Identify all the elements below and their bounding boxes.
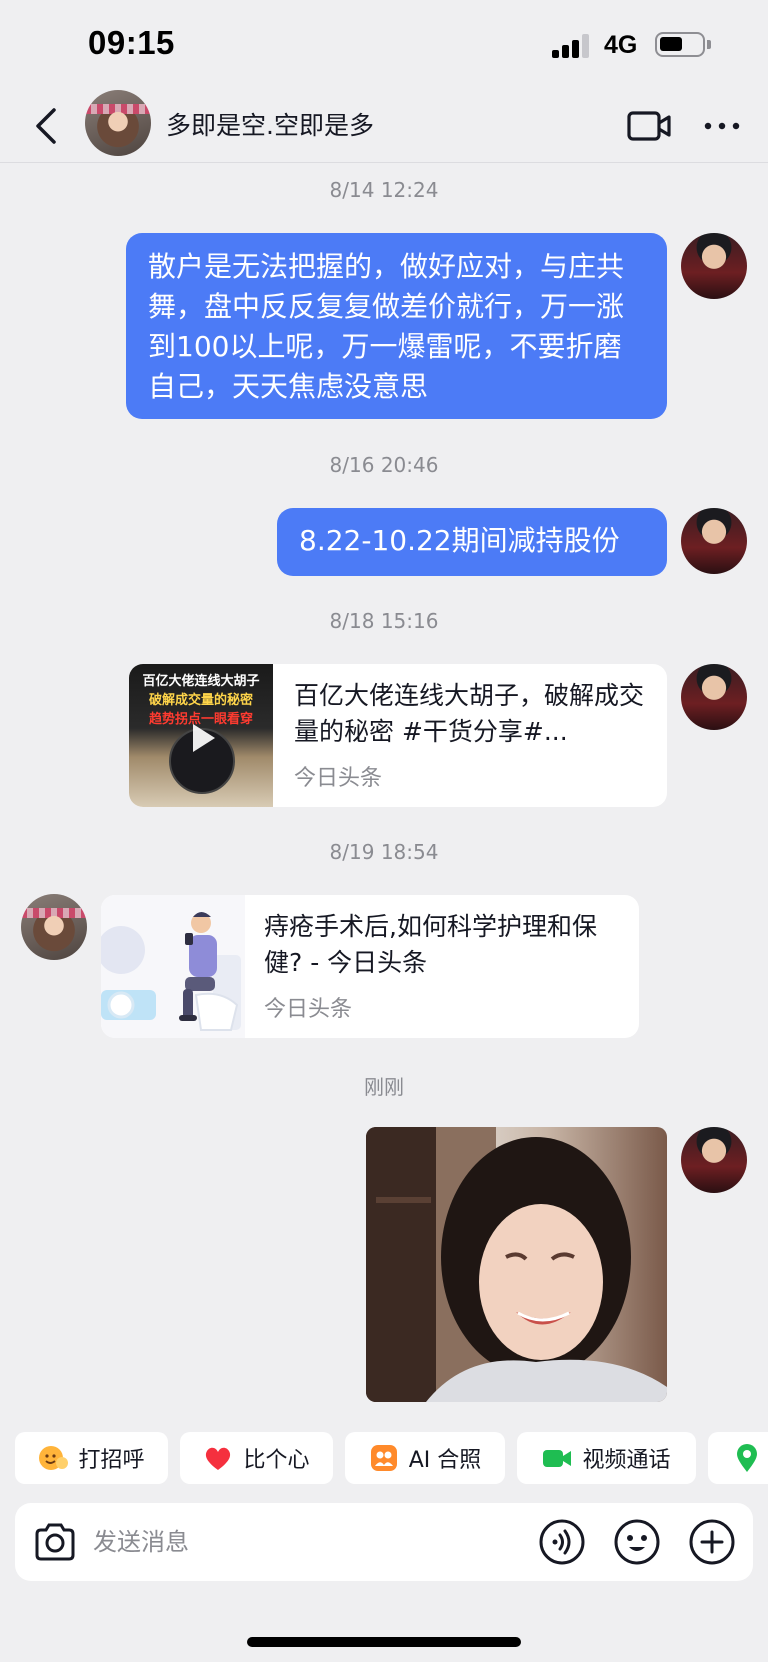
message-input[interactable] xyxy=(93,1521,393,1563)
link-card[interactable]: 痔疮手术后,如何科学护理和保健? - 今日头条 今日头条 xyxy=(101,895,639,1038)
quick-action-video-call[interactable]: 视频通话 xyxy=(517,1432,696,1484)
quick-action-ai-photo[interactable]: AI 合照 xyxy=(345,1432,505,1484)
article-thumbnail xyxy=(101,895,245,1038)
quick-actions-bar: 打招呼 比个心 AI 合照 视频通话 xyxy=(0,1432,768,1484)
video-camera-icon xyxy=(627,111,671,141)
my-avatar[interactable] xyxy=(681,664,747,730)
quick-action-location[interactable] xyxy=(708,1432,768,1484)
card-source: 今日头条 xyxy=(294,766,383,791)
camera-icon xyxy=(35,1523,75,1561)
timestamp: 8/19 18:54 xyxy=(329,840,439,864)
link-card[interactable]: 百亿大佬连线大胡子 破解成交量的秘密 趋势拐点一眼看穿 百亿大佬连线大胡子，破解… xyxy=(129,664,667,807)
home-indicator[interactable] xyxy=(247,1637,521,1647)
emoji-button[interactable] xyxy=(613,1518,661,1566)
contact-avatar[interactable] xyxy=(21,894,87,960)
card-title: 痔疮手术后,如何科学护理和保健? - 今日头条 xyxy=(264,912,597,977)
more-options-button[interactable] xyxy=(700,106,744,146)
card-source: 今日头条 xyxy=(264,997,353,1022)
contact-avatar[interactable] xyxy=(85,90,151,156)
contact-name[interactable]: 多即是空.空即是多 xyxy=(166,106,374,142)
my-avatar[interactable] xyxy=(681,1127,747,1193)
plus-circle-icon xyxy=(689,1519,735,1565)
my-avatar[interactable] xyxy=(681,508,747,574)
sent-message-bubble[interactable]: 8.22-10.22期间减持股份 xyxy=(277,508,667,576)
quick-action-heart[interactable]: 比个心 xyxy=(180,1432,333,1484)
video-call-icon xyxy=(543,1450,572,1467)
timestamp: 8/14 12:24 xyxy=(329,178,439,202)
video-thumbnail: 百亿大佬连线大胡子 破解成交量的秘密 趋势拐点一眼看穿 xyxy=(129,664,273,807)
thumbnail-caption: 百亿大佬连线大胡子 xyxy=(142,674,260,689)
voice-wave-icon xyxy=(539,1519,585,1565)
sticker-photo xyxy=(366,1127,667,1402)
quick-action-label: 比个心 xyxy=(243,1448,310,1473)
chat-header: 多即是空.空即是多 xyxy=(0,90,768,162)
timestamp: 刚刚 xyxy=(364,1075,404,1099)
quick-action-label: 打招呼 xyxy=(78,1448,145,1473)
wave-emoji-icon xyxy=(39,1446,69,1470)
sent-message-bubble[interactable]: 散户是无法把握的，做好应对，与庄共舞，盘中反反复复做差价就行，万一涨到100以上… xyxy=(126,233,667,419)
my-avatar[interactable] xyxy=(681,233,747,299)
quick-action-label: AI 合照 xyxy=(408,1448,482,1473)
network-type: 4G xyxy=(604,31,638,59)
header-divider xyxy=(0,162,768,163)
sticker-image[interactable] xyxy=(366,1127,667,1402)
timestamp: 8/18 15:16 xyxy=(329,609,439,633)
voice-button[interactable] xyxy=(538,1518,586,1566)
toilet-illustration-icon xyxy=(101,912,241,1031)
heart-icon xyxy=(206,1447,231,1470)
quick-action-greet[interactable]: 打招呼 xyxy=(15,1432,168,1484)
more-dots-icon xyxy=(704,122,740,130)
emoji-icon xyxy=(614,1519,660,1565)
ai-photo-icon xyxy=(370,1445,397,1471)
camera-button[interactable] xyxy=(31,1518,79,1566)
status-time: 09:15 xyxy=(88,24,175,61)
status-bar: 09:15 4G xyxy=(0,0,768,90)
card-title: 百亿大佬连线大胡子，破解成交量的秘密 #干货分享#... xyxy=(294,681,645,746)
battery-icon xyxy=(655,32,711,57)
signal-icon xyxy=(552,34,592,58)
video-call-button[interactable] xyxy=(626,106,674,146)
quick-action-label: 视频通话 xyxy=(582,1448,671,1473)
thumbnail-caption: 破解成交量的秘密 xyxy=(148,693,253,708)
back-button[interactable] xyxy=(28,104,68,148)
location-icon xyxy=(737,1444,757,1472)
chevron-left-icon xyxy=(36,108,56,144)
add-more-button[interactable] xyxy=(688,1518,736,1566)
timestamp: 8/16 20:46 xyxy=(329,453,439,477)
play-icon xyxy=(193,724,215,752)
message-input-bar xyxy=(15,1503,753,1581)
